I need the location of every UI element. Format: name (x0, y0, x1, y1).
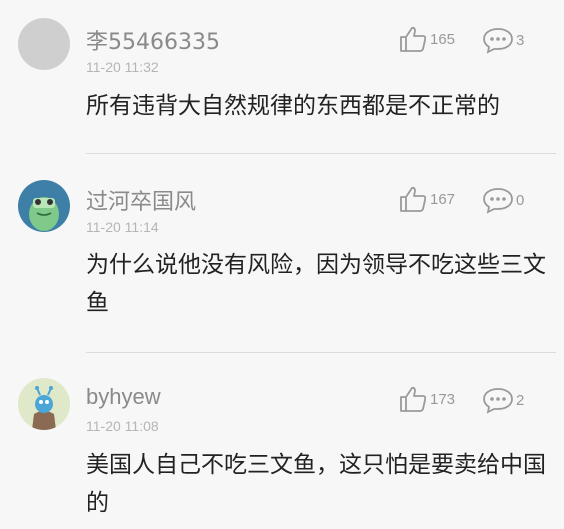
comment-text: 美国人自己不吃三文鱼，这只怕是要卖给中国的 (86, 452, 546, 516)
comment-username[interactable]: byhyew (86, 384, 161, 410)
comment-username[interactable]: 李55466335 (86, 24, 220, 56)
like-button[interactable]: 173 (398, 385, 455, 413)
reply-count: 2 (516, 391, 525, 409)
like-count: 173 (430, 390, 456, 408)
like-count: 167 (430, 190, 456, 208)
avatar[interactable] (18, 18, 70, 70)
divider (86, 153, 556, 154)
thumbs-up-icon (400, 26, 427, 52)
comment-text: 为什么说他没有风险，因为领导不吃这些三文鱼 (86, 252, 546, 316)
comment-item: byhyew 11-20 11:08 173 2 美国人自己不吃三文鱼，这只怕是… (0, 355, 564, 529)
comment-time: 11-20 11:08 (86, 418, 159, 434)
reply-button[interactable]: 0 (482, 186, 524, 214)
reply-button[interactable]: 3 (482, 26, 524, 54)
divider (86, 352, 556, 353)
like-count: 165 (430, 30, 456, 48)
avatar[interactable] (18, 378, 70, 430)
comment-text: 所有违背大自然规律的东西都是不正常的 (86, 93, 500, 119)
like-button[interactable]: 167 (398, 185, 455, 213)
reply-button[interactable]: 2 (482, 386, 524, 414)
speech-bubble-icon (483, 388, 513, 414)
comment-username[interactable]: 过河卒国风 (86, 184, 196, 216)
comment-time: 11-20 11:32 (86, 59, 159, 75)
thumbs-up-icon (400, 186, 427, 212)
avatar[interactable] (18, 180, 70, 232)
reply-count: 0 (516, 191, 525, 209)
comment-item: 过河卒国风 11-20 11:14 167 0 为什么说他没有风险，因为领导不吃… (0, 155, 564, 355)
comment-item: 李55466335 11-20 11:32 165 3 所有违背大自然规律的东西… (0, 0, 564, 155)
thumbs-up-icon (400, 386, 427, 412)
comment-time: 11-20 11:14 (86, 219, 159, 235)
speech-bubble-icon (483, 28, 513, 54)
like-button[interactable]: 165 (398, 25, 455, 53)
snail-avatar-icon (32, 386, 56, 430)
frog-avatar-icon (29, 197, 59, 231)
reply-count: 3 (516, 31, 525, 49)
speech-bubble-icon (483, 188, 513, 214)
